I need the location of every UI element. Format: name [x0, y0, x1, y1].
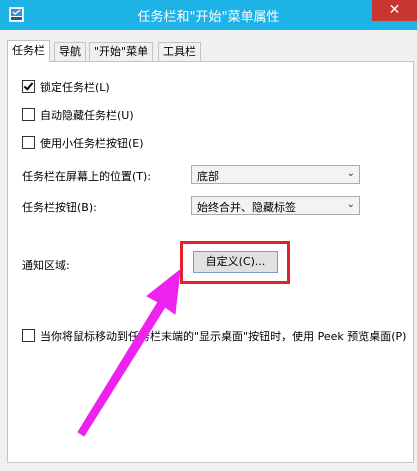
- auto-hide-checkbox[interactable]: [22, 108, 35, 121]
- notification-area-label: 通知区域:: [22, 259, 70, 272]
- taskbar-buttons-select[interactable]: 始终合并、隐藏标签 ⌄: [191, 196, 360, 215]
- title-bar: 任务栏和"开始"菜单属性 ✕: [0, 0, 417, 30]
- tab-toolbars[interactable]: 工具栏: [158, 42, 201, 61]
- tab-taskbar[interactable]: 任务栏: [7, 40, 50, 62]
- small-buttons-label: 使用小任务栏按钮(E): [40, 137, 144, 150]
- peek-label: 当你将鼠标移动到任务栏末端的"显示桌面"按钮时，使用 Peek 预览桌面(P): [40, 330, 407, 343]
- chevron-down-icon: ⌄: [346, 168, 355, 179]
- highlight-box: [180, 241, 290, 284]
- position-select[interactable]: 底部 ⌄: [191, 165, 360, 184]
- taskbar-buttons-label: 任务栏按钮(B):: [22, 201, 97, 214]
- tab-panel: 锁定任务栏(L) 自动隐藏任务栏(U) 使用小任务栏按钮(E) 任务栏在屏幕上的…: [7, 61, 414, 463]
- lock-taskbar-label: 锁定任务栏(L): [40, 81, 110, 94]
- peek-checkbox[interactable]: [22, 329, 35, 342]
- chevron-down-icon: ⌄: [346, 199, 355, 210]
- position-value: 底部: [197, 170, 219, 183]
- position-label: 任务栏在屏幕上的位置(T):: [22, 170, 152, 183]
- window-title: 任务栏和"开始"菜单属性: [137, 10, 280, 25]
- dialog-body: 任务栏 导航 "开始"菜单 工具栏 锁定任务栏(L) 自动隐藏任务栏(U) 使用…: [0, 30, 417, 471]
- tab-start-menu[interactable]: "开始"菜单: [89, 42, 154, 61]
- small-buttons-checkbox[interactable]: [22, 136, 35, 149]
- close-button[interactable]: ✕: [372, 0, 417, 21]
- tab-navigation[interactable]: 导航: [54, 42, 86, 61]
- auto-hide-label: 自动隐藏任务栏(U): [40, 109, 134, 122]
- taskbar-buttons-value: 始终合并、隐藏标签: [197, 201, 296, 214]
- lock-taskbar-checkbox[interactable]: [22, 80, 35, 93]
